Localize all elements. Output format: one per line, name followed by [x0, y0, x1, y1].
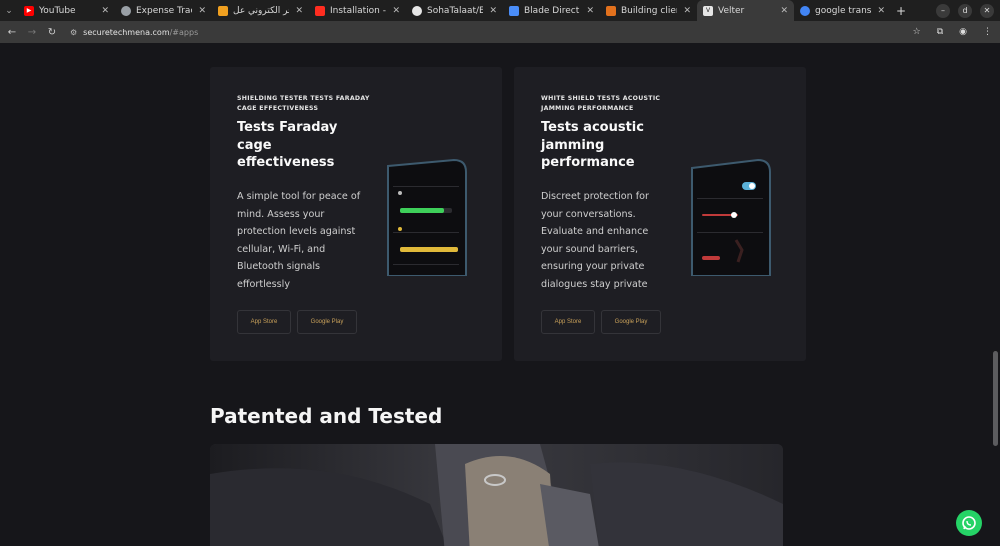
blade-icon: [509, 5, 519, 16]
extensions-icon[interactable]: ⧉: [937, 27, 943, 37]
whatsapp-chat-button[interactable]: [956, 510, 982, 536]
close-icon[interactable]: ✕: [877, 6, 885, 16]
close-icon[interactable]: ✕: [586, 6, 594, 16]
tab-arabic-store[interactable]: متجر الكتروني عل ✕: [212, 0, 309, 21]
close-icon[interactable]: ✕: [683, 6, 691, 16]
phone-mockup-signal-levels: [387, 158, 467, 276]
card-description: A simple tool for peace of mind. Assess …: [237, 191, 361, 290]
page-content: SHIELDING TESTER TESTS FARADAY CAGE EFFE…: [0, 43, 1000, 546]
close-icon[interactable]: ✕: [489, 6, 497, 16]
reload-icon[interactable]: ↻: [42, 27, 62, 38]
bookmark-star-icon[interactable]: ☆: [913, 27, 921, 37]
whatsapp-icon: [962, 516, 976, 530]
app-store-button[interactable]: App Store: [237, 310, 291, 334]
account-icon[interactable]: ◉: [959, 27, 967, 37]
back-arrow-icon[interactable]: ←: [2, 27, 22, 38]
card-title: Tests Faraday cage effectiveness: [237, 120, 338, 170]
youtube-icon: ▶: [24, 5, 34, 16]
close-window-button[interactable]: ✕: [980, 3, 994, 18]
close-icon[interactable]: ✕: [198, 6, 206, 16]
profile-menu-button[interactable]: d: [958, 3, 972, 18]
page-scrollbar[interactable]: [993, 351, 998, 446]
tab-youtube[interactable]: ▶ YouTube ✕: [18, 0, 115, 21]
close-icon[interactable]: ✕: [780, 6, 788, 16]
tab-google-translate[interactable]: google translate ✕: [794, 0, 891, 21]
google-play-button[interactable]: Google Play: [297, 310, 357, 334]
hand-photo-image: [210, 444, 783, 546]
globe-icon: [121, 5, 131, 16]
tab-expense-tracker[interactable]: Expense Tracker ✕: [115, 0, 212, 21]
tab-search-chevron-icon[interactable]: ⌄: [0, 0, 18, 21]
google-play-button[interactable]: Google Play: [601, 310, 661, 334]
app-card-white-shield: WHITE SHIELD TESTS ACOUSTIC JAMMING PERF…: [514, 67, 806, 361]
fox-icon: [606, 5, 616, 16]
card-eyebrow: SHIELDING TESTER TESTS FARADAY CAGE EFFE…: [237, 95, 370, 112]
site-info-icon[interactable]: ⚙: [70, 28, 77, 37]
tab-github[interactable]: SohaTalaat/Exp ✕: [406, 0, 503, 21]
tab-blade-directives[interactable]: Blade Directives ✕: [503, 0, 600, 21]
github-icon: [412, 5, 422, 16]
new-tab-button[interactable]: +: [891, 4, 911, 18]
close-icon[interactable]: ✕: [101, 6, 109, 16]
card-description: Discreet protection for your conversatio…: [541, 191, 649, 290]
section-title: Patented and Tested: [210, 404, 443, 428]
google-icon: [800, 5, 810, 16]
tab-laravel-installation[interactable]: Installation - Lar ✕: [309, 0, 406, 21]
forward-arrow-icon[interactable]: →: [22, 27, 42, 38]
laravel-icon: [315, 5, 325, 16]
tab-velter[interactable]: V Velter ✕: [697, 0, 794, 21]
phone-mockup-acoustic-jamming: [691, 158, 771, 276]
close-icon[interactable]: ✕: [392, 6, 400, 16]
address-bar[interactable]: ⚙ securetechmena.com/#apps: [70, 28, 198, 37]
close-icon[interactable]: ✕: [295, 6, 303, 16]
minimize-button[interactable]: –: [936, 3, 950, 18]
hero-photo: [210, 444, 783, 546]
card-eyebrow: WHITE SHIELD TESTS ACOUSTIC JAMMING PERF…: [541, 95, 661, 112]
app-card-shielding-tester: SHIELDING TESTER TESTS FARADAY CAGE EFFE…: [210, 67, 502, 361]
card-title: Tests acoustic jamming performance: [541, 120, 644, 170]
velter-icon: V: [703, 5, 713, 16]
menu-dots-icon[interactable]: ⋮: [983, 27, 992, 37]
tab-building-client[interactable]: Building client-s ✕: [600, 0, 697, 21]
bookmark-icon: [218, 5, 228, 16]
browser-tab-bar: ⌄ ▶ YouTube ✕ Expense Tracker ✕ متجر الك…: [0, 0, 1000, 21]
browser-toolbar: ← → ↻ ⚙ securetechmena.com/#apps ☆ ⧉ ◉ ⋮: [0, 21, 1000, 43]
app-store-button[interactable]: App Store: [541, 310, 595, 334]
